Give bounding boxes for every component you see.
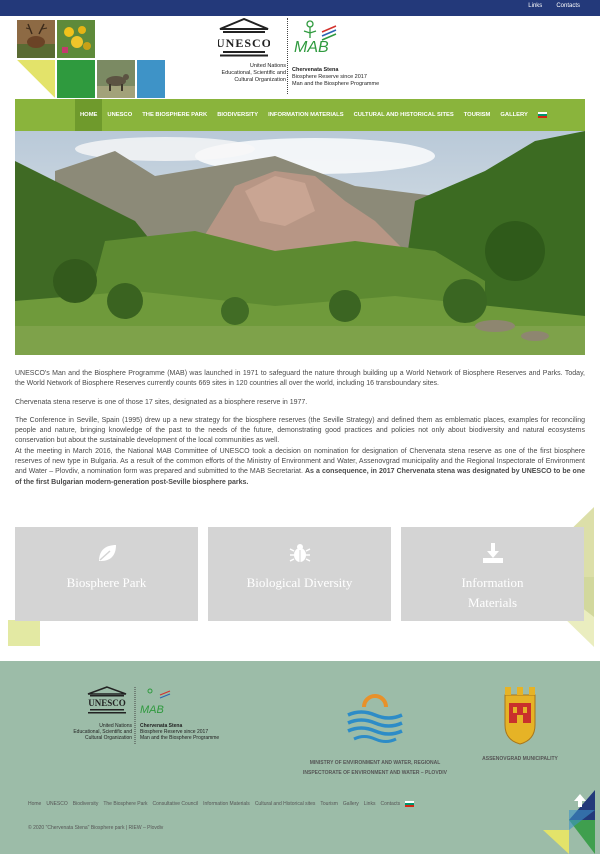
- municipality-caption: Assenovgrad Municipality: [482, 756, 558, 762]
- footer-link-information-materials[interactable]: Information Materials: [203, 801, 250, 807]
- top-links: Links Contacts: [528, 3, 580, 9]
- nav-item-gallery[interactable]: Gallery: [495, 99, 532, 131]
- flower-photo-tile: [57, 20, 95, 58]
- ministry-logo-block[interactable]: Ministry of Environment and Water, Regio…: [300, 685, 450, 778]
- footer: UNESCO United Nations Educational, Scien…: [0, 661, 600, 854]
- unesco-mab-logo[interactable]: UNESCO United Nations Educational, Scien…: [200, 16, 410, 98]
- hero-image: [15, 131, 585, 355]
- decorative-square: [8, 620, 40, 646]
- nav-item-biosphere-park[interactable]: The Biosphere Park: [137, 99, 212, 131]
- logo-divider: [287, 18, 288, 94]
- unesco-line-2: Educational, Scientific and: [221, 70, 286, 76]
- unesco-line-1: United Nations: [249, 63, 286, 69]
- mab-wordmark: MAB: [294, 39, 329, 56]
- intro-paragraph-3: The Conference in Seville, Spain (1995) …: [15, 416, 585, 445]
- card-title: Biosphere Park: [66, 575, 147, 590]
- unesco-temple-icon: UNESCO: [216, 17, 271, 57]
- footer-link-unesco[interactable]: UNESCO: [46, 801, 67, 807]
- footer-logo-image: UNESCO United Nations Educational, Scien…: [73, 686, 219, 745]
- bug-icon: [289, 544, 310, 562]
- footer-link-contacts[interactable]: Contacts: [380, 801, 400, 807]
- top-link-contacts[interactable]: Contacts: [556, 3, 580, 9]
- intro-paragraph-4: At the meeting in March 2016, the Nation…: [15, 447, 585, 488]
- yellow-triangle-tile: [17, 60, 55, 98]
- card-biosphere-park[interactable]: Biosphere Park: [15, 527, 198, 621]
- footer-nav: Home UNESCO Biodiversity The Biosphere P…: [28, 801, 415, 807]
- back-to-top-button[interactable]: [569, 790, 591, 812]
- blue-tile: [137, 60, 165, 98]
- bulgarian-flag-icon[interactable]: [405, 801, 415, 807]
- assenovgrad-coat-of-arms-icon: [504, 687, 536, 745]
- municipality-logo-block[interactable]: Assenovgrad Municipality: [470, 685, 570, 762]
- copyright-text: © 2020 "Chervenata Stena" Biosphere park…: [28, 825, 164, 831]
- language-switch[interactable]: [533, 99, 552, 131]
- footer-link-biodiversity[interactable]: Biodiversity: [73, 801, 99, 807]
- footer-link-cultural-historical-sites[interactable]: Cultural and Historical sites: [255, 801, 316, 807]
- mab-line-3: Man and the Biosphere Programme: [292, 81, 380, 87]
- footer-link-tourism[interactable]: Tourism: [320, 801, 338, 807]
- svg-text:Cultural Organization: Cultural Organization: [85, 735, 132, 741]
- mab-reserve-name: Chervenata Stena: [292, 67, 339, 73]
- unesco-wordmark: UNESCO: [218, 36, 270, 50]
- unesco-line-3: Cultural Organization: [234, 77, 286, 83]
- mab-emblem-icon: MAB: [294, 20, 337, 56]
- top-link-links[interactable]: Links: [528, 3, 542, 9]
- card-biological-diversity[interactable]: Biological Diversity: [208, 527, 391, 621]
- footer-link-home[interactable]: Home: [28, 801, 41, 807]
- svg-text:UNESCO: UNESCO: [88, 698, 126, 708]
- footer-link-gallery[interactable]: Gallery: [343, 801, 359, 807]
- goat-photo-tile: [97, 60, 135, 98]
- nav-item-biodiversity[interactable]: Biodiversity: [212, 99, 263, 131]
- footer-link-biosphere-park[interactable]: The Biosphere Park: [103, 801, 147, 807]
- svg-text:Man and the Biosphere Programm: Man and the Biosphere Programme: [140, 735, 219, 741]
- arrow-up-icon: [574, 794, 586, 807]
- ministry-caption: Ministry of Environment and Water, Regio…: [303, 760, 447, 776]
- nav-item-cultural-historical-sites[interactable]: Cultural and Historical Sites: [349, 99, 459, 131]
- feature-cards: Biosphere Park Biological Diversity Info…: [15, 527, 585, 621]
- nav-item-unesco[interactable]: UNESCO: [102, 99, 137, 131]
- download-icon: [482, 543, 503, 563]
- footer-unesco-mab-logo[interactable]: UNESCO United Nations Educational, Scien…: [70, 685, 230, 747]
- bulgarian-flag-icon: [537, 112, 547, 118]
- green-tile: [57, 60, 95, 98]
- deer-photo-tile: [17, 20, 55, 58]
- card-title: Biological Diversity: [246, 575, 353, 590]
- header: UNESCO United Nations Educational, Scien…: [0, 16, 600, 98]
- card-title: Information Materials: [461, 575, 524, 610]
- nav-item-information-materials[interactable]: Information Materials: [263, 99, 348, 131]
- card-information-materials[interactable]: Information Materials: [401, 527, 584, 621]
- intro-paragraph-2: Chervenata stena reserve is one of those…: [15, 398, 308, 406]
- footer-link-consultative-council[interactable]: Consultative Council: [153, 801, 199, 807]
- mab-logo: MAB Chervenata Stena Biosphere Reserve s…: [292, 18, 408, 88]
- intro-text: UNESCO's Man and the Biosphere Programme…: [15, 369, 585, 496]
- nav-item-tourism[interactable]: Tourism: [459, 99, 496, 131]
- top-bar: Links Contacts: [0, 0, 600, 16]
- intro-paragraph-1: UNESCO's Man and the Biosphere Programme…: [15, 370, 585, 388]
- main-nav: Home UNESCO The Biosphere Park Biodivers…: [15, 99, 585, 131]
- footer-link-links[interactable]: Links: [364, 801, 376, 807]
- nav-item-home[interactable]: Home: [75, 99, 103, 131]
- svg-text:MAB: MAB: [140, 704, 164, 716]
- leaf-icon: [98, 545, 116, 561]
- mab-line-2: Biosphere Reserve since 2017: [292, 74, 367, 80]
- unesco-logo: UNESCO United Nations Educational, Scien…: [200, 17, 288, 84]
- ministry-sun-water-icon: [347, 694, 403, 743]
- mountain-landscape-image: [15, 131, 585, 355]
